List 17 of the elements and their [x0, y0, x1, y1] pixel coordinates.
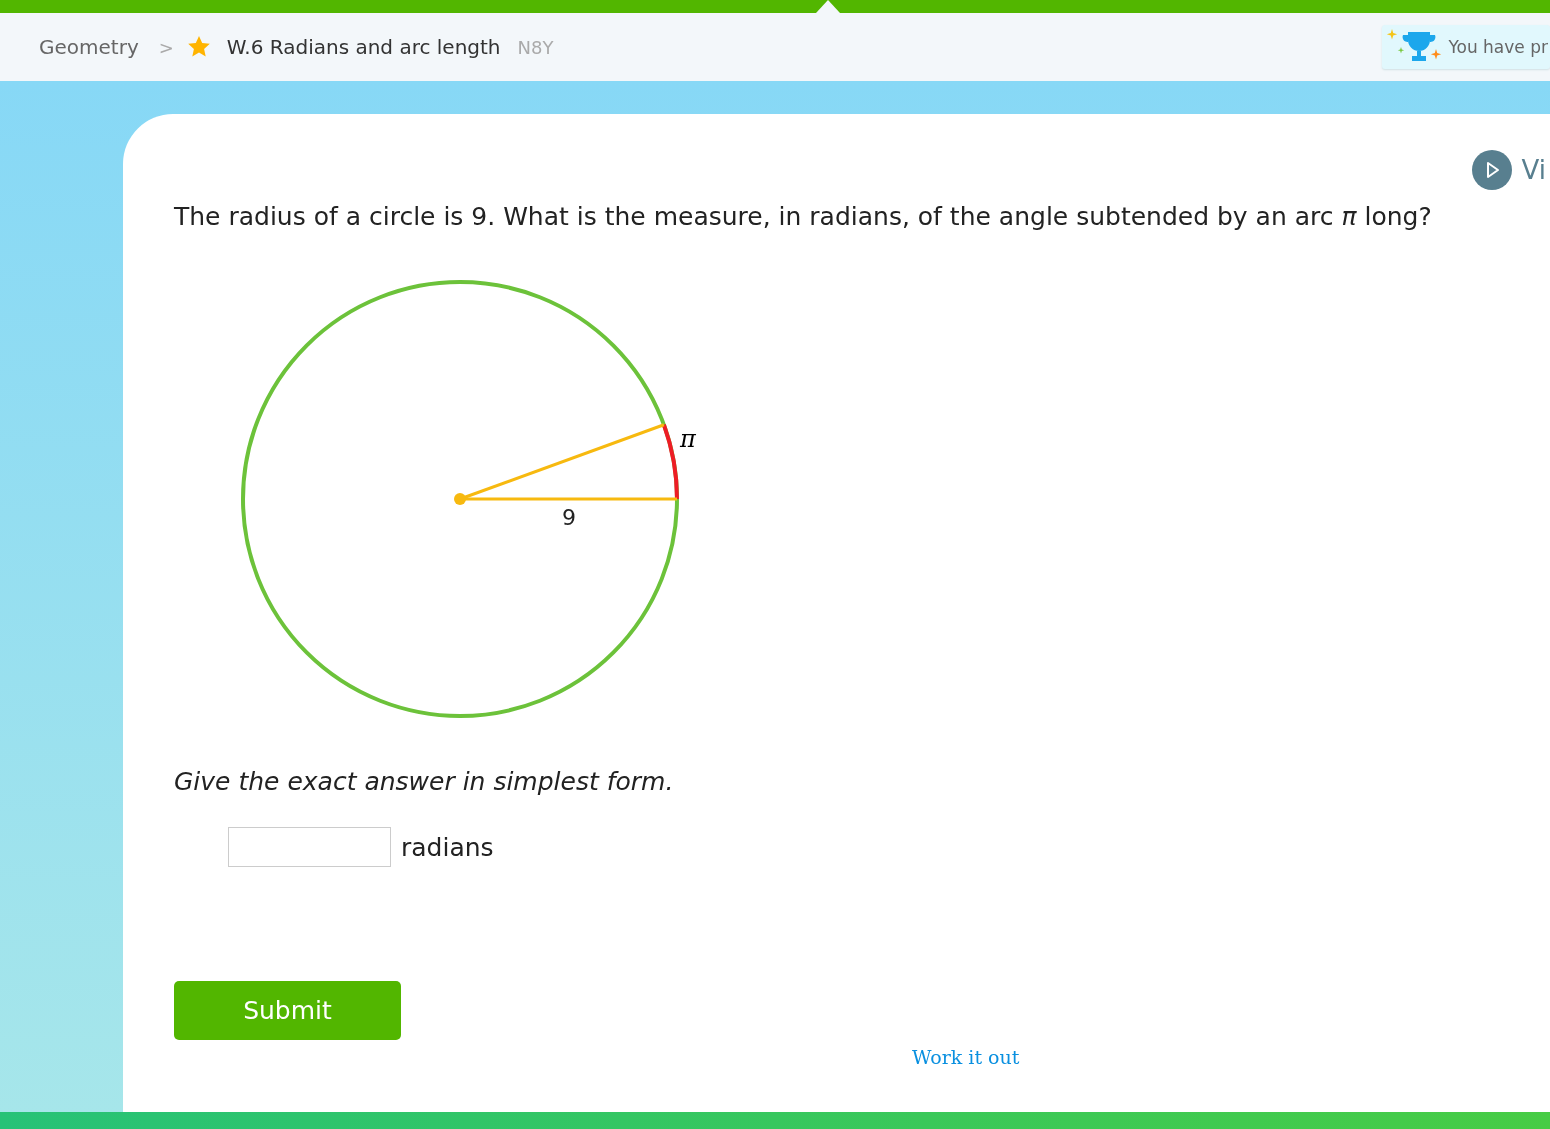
work-it-out-link[interactable]: Work it out [912, 1046, 1020, 1068]
award-text: You have pr [1448, 37, 1549, 57]
answer-field[interactable] [228, 827, 391, 867]
instruction-text: Give the exact answer in simplest form. [174, 767, 675, 796]
breadcrumb-separator: > [158, 36, 174, 58]
question-text: The radius of a circle is 9. What is the measure, in radians, of the angle subtended by an arc π long? [174, 201, 1433, 233]
play-icon [1471, 150, 1512, 190]
arc-label: π [680, 425, 696, 453]
skill-code: N8Y [517, 36, 554, 58]
award-banner[interactable]: You have pr [1382, 25, 1550, 69]
radius-label: 9 [562, 505, 576, 530]
unit-label: radians [401, 832, 494, 862]
skill-title: W.6 Radians and arc length [226, 35, 501, 59]
breadcrumb-link[interactable]: Geometry [39, 35, 139, 59]
submit-button[interactable]: Submit [174, 981, 401, 1040]
video-link[interactable]: Vi [1471, 150, 1546, 190]
star-icon [186, 35, 211, 59]
